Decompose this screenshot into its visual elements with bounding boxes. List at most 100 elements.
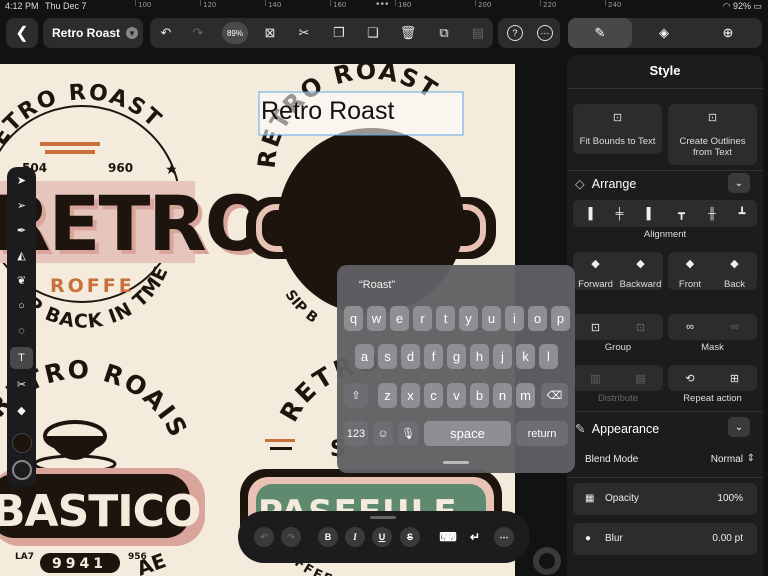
key-q[interactable]: q [344,306,363,331]
distribute-v-icon[interactable]: ▤ [618,365,663,391]
key-n[interactable]: n [493,383,512,408]
keyboard-drag-handle[interactable] [443,461,469,464]
key-c[interactable]: c [424,383,443,408]
more-icon[interactable]: ⋯ [537,25,553,41]
create-outlines-button[interactable]: ⊡ Create Outlines from Text [668,104,757,165]
italic-button[interactable]: I [345,527,365,547]
key-r[interactable]: r [413,306,432,331]
key-i[interactable]: i [505,306,524,331]
brush-tool-icon[interactable]: ❦ [7,269,36,291]
opacity-row[interactable]: ▦ Opacity 100% [573,483,757,515]
align-right-icon[interactable]: ▌ [635,200,666,227]
key-h[interactable]: h [470,344,489,369]
trash-icon[interactable]: 🗑 [394,18,422,48]
duplicate-icon[interactable]: ⧉ [430,18,458,48]
appearance-collapse-button[interactable]: ⌄ [728,417,750,437]
logo-retro-roast-1[interactable]: RETRO ROAST 504 960 RETRO RETRO ROFFE SI… [0,80,273,333]
scissors-tool-icon[interactable]: ✂ [7,373,36,395]
unmask-icon[interactable]: ∞ [712,314,757,340]
redo-icon[interactable]: ↷ [281,527,301,547]
key-y[interactable]: y [459,306,478,331]
key-m[interactable]: m [516,383,535,408]
key-e[interactable]: e [390,306,409,331]
underline-button[interactable]: U [372,527,392,547]
key-x[interactable]: x [401,383,420,408]
key-a[interactable]: a [355,344,374,369]
zoom-level[interactable]: 89% [222,22,248,44]
key-t[interactable]: t [436,306,455,331]
bold-button[interactable]: B [318,527,338,547]
send-backward-icon[interactable]: ◆ [618,252,663,274]
select-frame-icon[interactable]: ⊠ [256,18,284,48]
blend-mode-row[interactable]: Blend Mode Normal ⇕ [573,445,757,475]
back-button[interactable]: ❮ [6,18,38,48]
distribute-h-icon[interactable]: ▥ [573,365,618,391]
key-z[interactable]: z [378,383,397,408]
delete-key[interactable]: ⌫ [541,383,568,408]
align-top-icon[interactable]: ┳ [666,200,697,227]
key-b[interactable]: b [470,383,489,408]
key-s[interactable]: s [378,344,397,369]
pencil-tool-icon[interactable]: ◭ [7,244,36,266]
forward-label[interactable]: Forward [573,279,618,290]
direct-select-tool-icon[interactable]: ➢ [7,194,36,216]
numbers-key[interactable]: 123 [344,421,368,446]
key-p[interactable]: p [551,306,570,331]
keyboard-toggle-icon[interactable]: ⌨ [438,527,458,547]
return-key[interactable]: return [516,421,568,446]
blur-row[interactable]: ● Blur 0.00 pt [573,523,757,555]
paste-icon[interactable]: ❏ [359,18,387,48]
strikethrough-button[interactable]: S [400,527,420,547]
tab-layers[interactable]: ◈ [632,18,696,48]
send-back-icon[interactable]: ◆ [712,252,757,274]
repeat-icon[interactable]: ⟲ [668,365,712,391]
undo-icon[interactable]: ↶ [152,18,180,48]
format-bar-grip[interactable] [370,516,396,519]
tab-style[interactable]: ✎ [568,18,632,48]
key-j[interactable]: j [493,344,512,369]
key-d[interactable]: d [401,344,420,369]
align-bottom-icon[interactable]: ┻ [727,200,757,227]
return-icon[interactable]: ↵ [465,527,485,547]
emoji-key[interactable]: ☺ [373,421,393,446]
key-g[interactable]: g [447,344,466,369]
text-tool-icon[interactable]: T [10,347,33,369]
color-picker-button[interactable] [533,547,561,575]
shift-key[interactable]: ⇧ [344,383,368,408]
undo-icon[interactable]: ↶ [254,527,274,547]
document-title-button[interactable]: Retro Roast ▼ [43,18,143,48]
backward-label[interactable]: Backward [618,279,663,290]
fit-bounds-button[interactable]: ⊡ Fit Bounds to Text [573,104,662,154]
bring-forward-icon[interactable]: ◆ [573,252,618,274]
lasso-tool-icon[interactable]: ◌ [7,320,36,342]
key-l[interactable]: l [539,344,558,369]
mask-icon[interactable]: ∞ [668,314,712,340]
key-k[interactable]: k [516,344,535,369]
cut-icon[interactable]: ✂ [290,18,318,48]
pen-tool-icon[interactable]: ✒ [7,219,36,241]
arrange-collapse-button[interactable]: ⌄ [728,173,750,193]
front-label[interactable]: Front [668,279,712,290]
keyboard-suggestion[interactable]: “Roast” [359,279,395,291]
space-key[interactable]: space [424,421,511,446]
stroke-color-swatch[interactable] [12,460,32,480]
fill-color-swatch[interactable] [12,433,32,453]
help-icon[interactable]: ? [507,25,523,41]
align-center-v-icon[interactable]: ╫ [697,200,727,227]
tab-add[interactable]: ⊕ [696,18,760,48]
key-v[interactable]: v [447,383,466,408]
key-f[interactable]: f [424,344,443,369]
align-left-icon[interactable]: ▐ [573,200,604,227]
more-icon[interactable]: ⋯ [494,527,514,547]
paste-style-icon[interactable]: ▤ [464,18,492,48]
back-label[interactable]: Back [712,279,757,290]
selected-text-box[interactable]: Retro Roast [258,91,464,136]
select-tool-icon[interactable]: ➤ [7,169,36,191]
key-u[interactable]: u [482,306,501,331]
dictation-key[interactable]: 🎙 [398,421,418,446]
ungroup-icon[interactable]: ⊡ [618,314,663,340]
key-o[interactable]: o [528,306,547,331]
copy-icon[interactable]: ❐ [325,18,353,48]
group-icon[interactable]: ⊡ [573,314,618,340]
key-w[interactable]: w [367,306,386,331]
